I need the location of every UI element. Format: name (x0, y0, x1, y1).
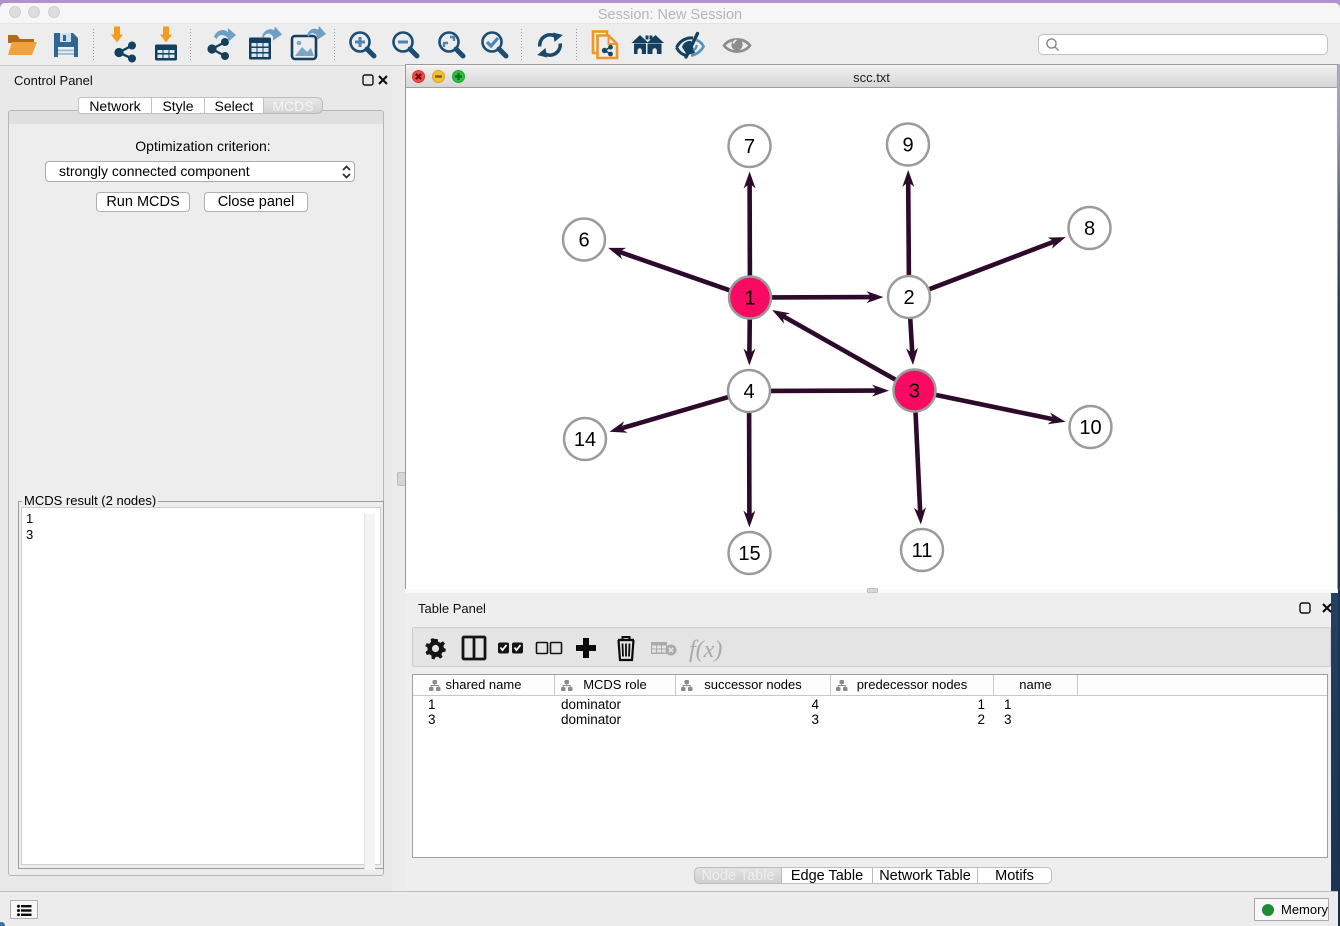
svg-text:7: 7 (744, 136, 755, 158)
svg-text:14: 14 (574, 429, 596, 451)
svg-text:2: 2 (903, 287, 914, 309)
svg-text:9: 9 (902, 135, 913, 157)
svg-text:10: 10 (1079, 417, 1101, 439)
svg-text:f(x): f(x) (689, 637, 722, 663)
svg-text:6: 6 (578, 230, 589, 252)
svg-text:8: 8 (1084, 218, 1095, 240)
svg-text:1: 1 (744, 288, 755, 310)
svg-text:4: 4 (743, 381, 754, 403)
svg-text:11: 11 (912, 540, 933, 562)
svg-text:15: 15 (738, 543, 760, 565)
svg-text:3: 3 (909, 381, 920, 403)
